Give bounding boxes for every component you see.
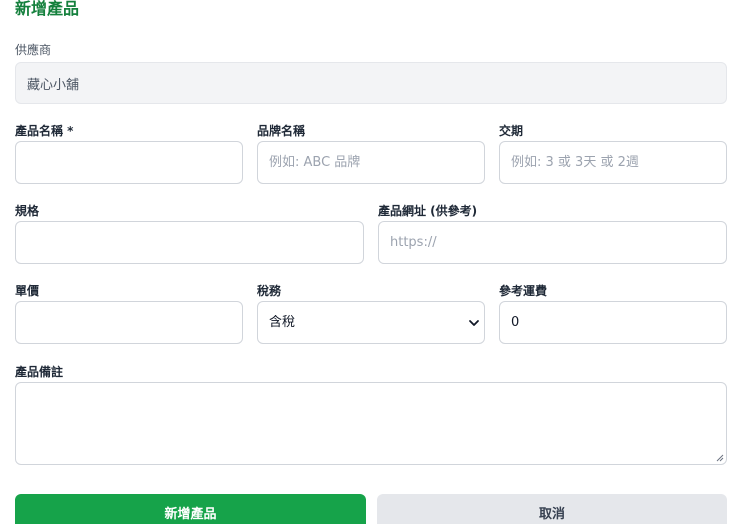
form-title: 新增產品 [15, 0, 80, 18]
brand-name-label: 品牌名稱 [257, 124, 306, 138]
lead-time-label: 交期 [499, 124, 524, 138]
ref-shipping-input[interactable] [499, 301, 727, 344]
tax-select[interactable]: 含稅 [257, 301, 485, 344]
product-name-label: 產品名稱 * [15, 124, 74, 138]
spec-input[interactable] [15, 221, 364, 264]
unit-price-label: 單價 [15, 284, 40, 298]
product-url-input[interactable] [378, 221, 727, 264]
notes-textarea[interactable] [15, 382, 727, 465]
brand-name-input[interactable] [257, 141, 485, 184]
resize-grip-icon[interactable] [716, 454, 724, 462]
chevron-down-icon [469, 320, 479, 326]
lead-time-input[interactable] [499, 141, 727, 184]
supplier-label: 供應商 [15, 43, 52, 57]
notes-label: 產品備註 [15, 365, 64, 379]
submit-add-product-button[interactable]: 新增產品 [15, 494, 366, 524]
product-name-input[interactable] [15, 141, 243, 184]
unit-price-input[interactable] [15, 301, 243, 344]
cancel-button[interactable]: 取消 [377, 494, 727, 524]
tax-label: 稅務 [257, 284, 282, 298]
add-product-form: 新增產品 供應商 產品名稱 * 品牌名稱 交期 規格 產品網址 (供參考) 單價… [0, 0, 740, 524]
supplier-field [15, 62, 727, 104]
ref-shipping-label: 參考運費 [499, 284, 548, 298]
spec-label: 規格 [15, 204, 40, 218]
product-url-label: 產品網址 (供參考) [378, 204, 478, 218]
